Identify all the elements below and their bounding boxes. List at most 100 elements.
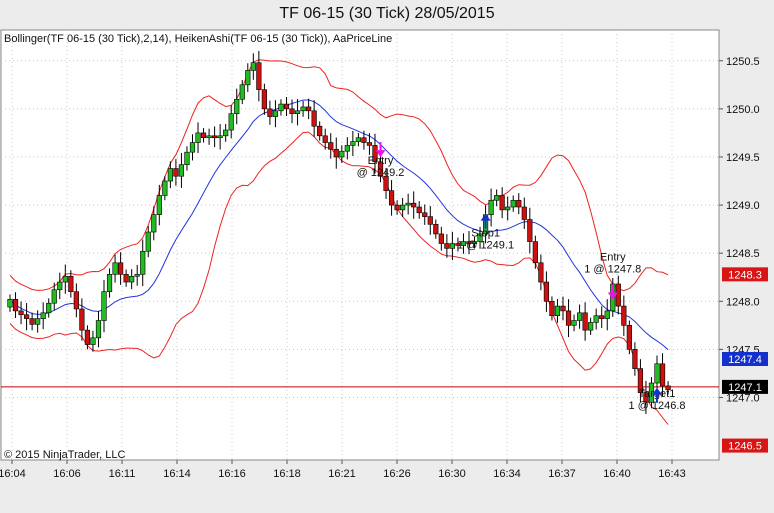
candle-body[interactable]	[272, 110, 279, 117]
candle-body[interactable]	[621, 305, 627, 326]
candle-body[interactable]	[615, 283, 621, 307]
candle-body[interactable]	[57, 281, 63, 291]
candle-body[interactable]	[256, 62, 262, 90]
candle-body[interactable]	[532, 241, 538, 264]
candle-body[interactable]	[438, 233, 444, 244]
candle-body[interactable]	[604, 310, 610, 319]
candle-body[interactable]	[118, 262, 124, 275]
price-chart[interactable]: Entry@ 1249.2Stop11 @ 1249.1Entry1 @ 124…	[0, 28, 774, 508]
candle-body[interactable]	[328, 142, 334, 150]
candle-body[interactable]	[278, 103, 284, 112]
candle-body[interactable]	[73, 291, 79, 310]
candle-body[interactable]	[339, 150, 345, 158]
candle-body[interactable]	[516, 199, 522, 208]
candle-body[interactable]	[178, 164, 185, 177]
candle-body[interactable]	[576, 312, 583, 321]
candle-body[interactable]	[223, 129, 229, 137]
candle-body[interactable]	[46, 302, 52, 314]
candle-body[interactable]	[228, 113, 234, 131]
candle-body[interactable]	[62, 275, 68, 283]
candle-body[interactable]	[289, 108, 295, 114]
candle-body[interactable]	[212, 135, 218, 139]
candle-body[interactable]	[433, 224, 439, 235]
candle-body[interactable]	[300, 106, 306, 112]
candle-body[interactable]	[344, 145, 350, 152]
candle-body[interactable]	[35, 318, 41, 325]
candle-body[interactable]	[123, 274, 129, 283]
candle-body[interactable]	[156, 195, 162, 215]
candle-body[interactable]	[40, 312, 46, 319]
candle-body[interactable]	[189, 142, 196, 153]
candle-body[interactable]	[90, 337, 96, 345]
candle-body[interactable]	[422, 212, 428, 217]
candle-body[interactable]	[549, 300, 555, 317]
candle-body[interactable]	[184, 151, 190, 165]
candle-body[interactable]	[355, 137, 361, 142]
candle-body[interactable]	[129, 275, 135, 283]
candle-body[interactable]	[234, 98, 240, 114]
candle-body[interactable]	[444, 243, 450, 249]
candle-body[interactable]	[626, 325, 632, 350]
candle-body[interactable]	[173, 168, 179, 177]
candle-body[interactable]	[68, 275, 74, 292]
candle-body[interactable]	[560, 305, 566, 312]
candle-body[interactable]	[588, 322, 594, 331]
candle-body[interactable]	[195, 132, 201, 143]
candle-body[interactable]	[245, 70, 251, 86]
candle-body[interactable]	[145, 231, 151, 252]
candle-body[interactable]	[23, 314, 30, 319]
candle-body[interactable]	[510, 199, 516, 208]
candle-body[interactable]	[411, 202, 417, 208]
candle-body[interactable]	[95, 320, 102, 339]
candle-body[interactable]	[261, 89, 267, 110]
candle-body[interactable]	[217, 135, 223, 139]
candle-body[interactable]	[416, 206, 422, 214]
candle-body[interactable]	[405, 202, 411, 206]
candle-body[interactable]	[632, 349, 638, 369]
candle-body[interactable]	[267, 108, 273, 117]
candle-body[interactable]	[527, 219, 533, 242]
candle-body[interactable]	[200, 132, 207, 139]
candle-body[interactable]	[134, 274, 140, 277]
candle-body[interactable]	[582, 312, 588, 331]
candle-body[interactable]	[51, 289, 57, 304]
candle-body[interactable]	[306, 106, 312, 112]
candle-body[interactable]	[554, 305, 561, 317]
candle-body[interactable]	[239, 84, 245, 100]
candle-body[interactable]	[366, 142, 373, 146]
candle-body[interactable]	[538, 262, 544, 283]
candle-body[interactable]	[112, 262, 118, 275]
candle-body[interactable]	[101, 291, 107, 321]
candle-body[interactable]	[449, 243, 456, 249]
candle-body[interactable]	[206, 135, 212, 139]
candle-body[interactable]	[283, 103, 290, 110]
candle-body[interactable]	[505, 206, 511, 211]
candle-body[interactable]	[322, 135, 328, 143]
candle-body[interactable]	[333, 148, 339, 158]
candle-body[interactable]	[7, 299, 13, 308]
candle-body[interactable]	[350, 141, 356, 146]
candle-body[interactable]	[294, 110, 301, 114]
candle-body[interactable]	[571, 320, 577, 326]
candle-body[interactable]	[394, 204, 400, 211]
candle-body[interactable]	[317, 125, 323, 137]
candle-body[interactable]	[106, 274, 113, 292]
plot-area[interactable]	[0, 29, 720, 461]
candle-body[interactable]	[654, 363, 660, 384]
candle-body[interactable]	[167, 168, 173, 182]
candle-body[interactable]	[79, 308, 85, 331]
candle-body[interactable]	[388, 190, 395, 206]
candle-body[interactable]	[427, 216, 433, 225]
candle-body[interactable]	[151, 214, 157, 233]
candle-body[interactable]	[18, 310, 24, 316]
candle-body[interactable]	[400, 204, 406, 211]
candle-body[interactable]	[140, 250, 146, 275]
candle-body[interactable]	[521, 206, 527, 220]
candle-body[interactable]	[565, 310, 572, 326]
candle-body[interactable]	[84, 329, 91, 345]
candle-body[interactable]	[250, 62, 256, 71]
candle-body[interactable]	[593, 315, 599, 323]
candle-body[interactable]	[29, 318, 35, 325]
candle-body[interactable]	[361, 137, 367, 143]
candle-body[interactable]	[162, 180, 168, 196]
